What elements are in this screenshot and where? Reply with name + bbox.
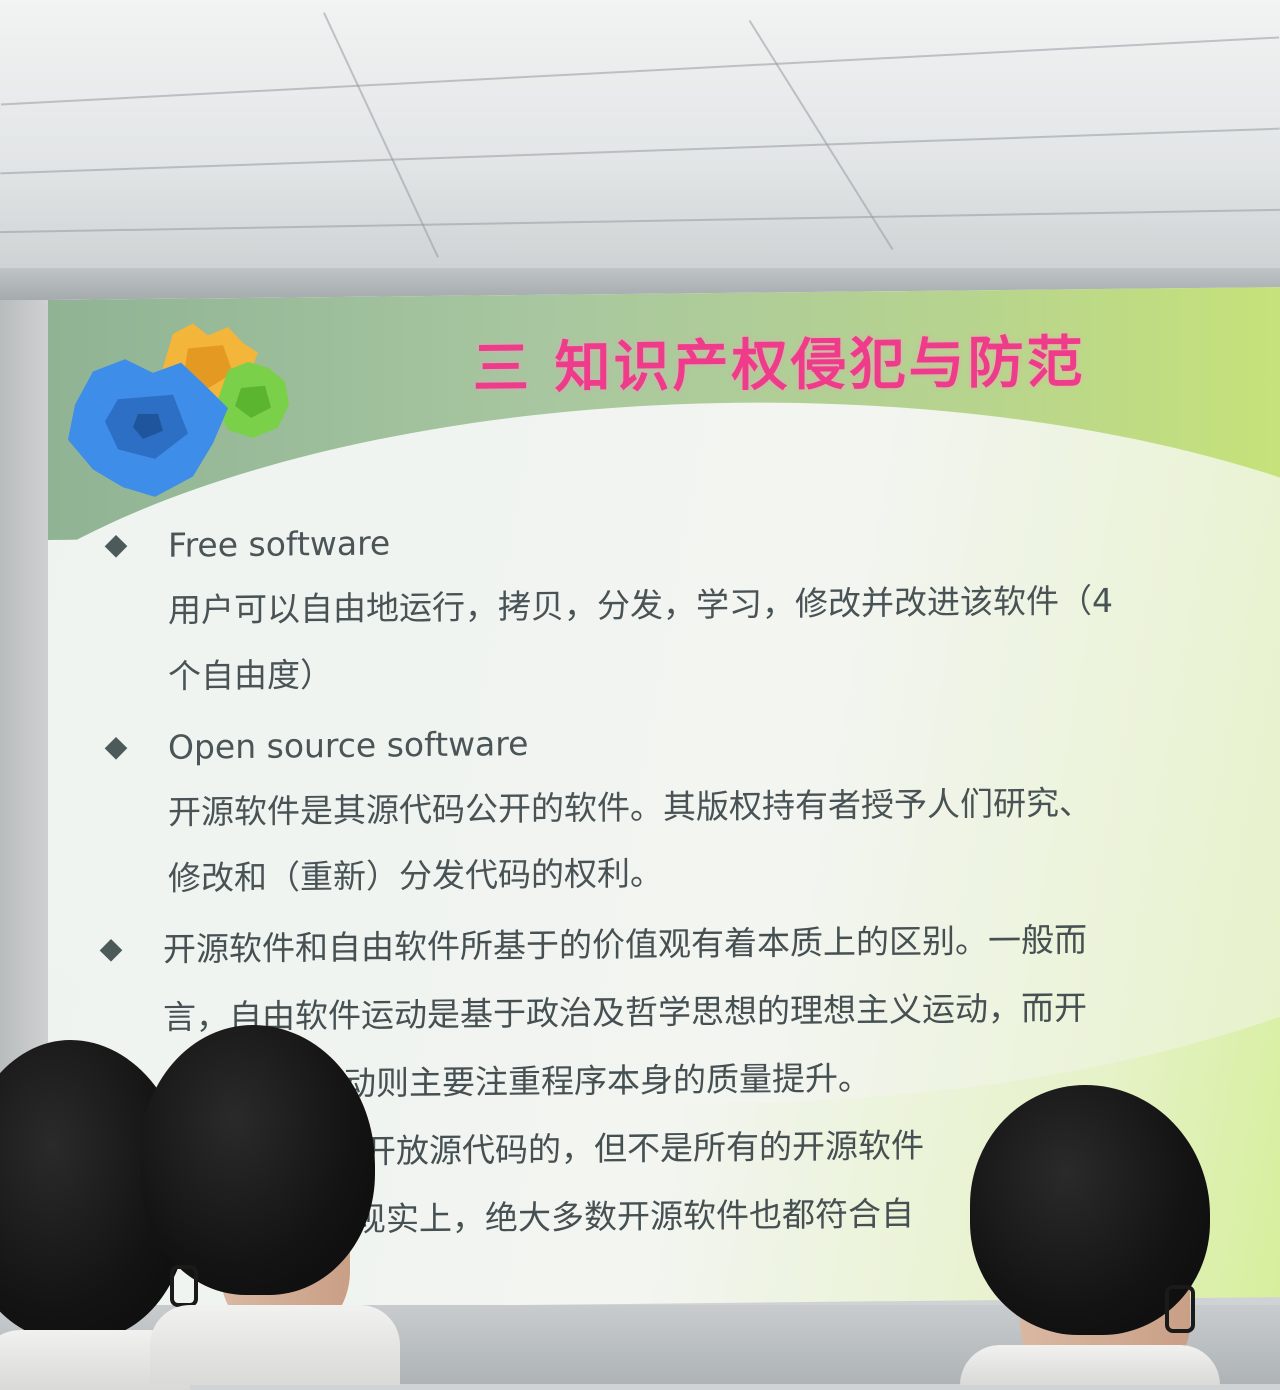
- shirt: [960, 1345, 1220, 1385]
- bullet-heading: Free software: [168, 523, 391, 565]
- audience-head-center-left: [140, 1025, 400, 1385]
- lecture-photo: 三 知识产权侵犯与防范 Free software 用户可以自由地运行，拷贝，分…: [0, 0, 1280, 1390]
- diamond-bullet-icon: [104, 534, 128, 558]
- text-line: 开源软件是其源代码公开的软件。其版权持有者授予人们研究、: [168, 783, 1092, 832]
- ceiling: [0, 0, 1280, 300]
- ceiling-tile-line: [0, 36, 1280, 106]
- text-line: 修改和（重新）分发代码的权利。: [168, 853, 663, 898]
- hair: [140, 1025, 375, 1295]
- bullet-open-source-software: Open source software 开源软件是其源代码公开的软件。其版权持…: [103, 705, 1233, 913]
- glasses: [170, 1265, 198, 1307]
- bullet-description: 用户可以自由地运行，拷贝，分发，学习，修改并改进该软件（4 个自由度）: [168, 567, 1228, 710]
- ceiling-tile-line: [0, 127, 1280, 175]
- text-line: 开源软件和自由软件所基于的价值观有着本质上的区别。一般而: [163, 920, 1087, 969]
- shirt: [150, 1305, 400, 1385]
- slide-title: 三 知识产权侵犯与防范: [473, 330, 1086, 402]
- diamond-bullet-icon: [99, 939, 123, 962]
- bullet-free-software: Free software 用户可以自由地运行，拷贝，分发，学习，修改并改进该软…: [103, 503, 1233, 711]
- audience-head-right: [960, 1085, 1220, 1385]
- bullet-heading: Open source software: [168, 723, 529, 767]
- diamond-bullet-icon: [104, 736, 128, 760]
- ceiling-tile-line: [0, 208, 1280, 234]
- bullet-description: 开源软件是其源代码公开的软件。其版权持有者授予人们研究、 修改和（重新）分发代码…: [168, 769, 1228, 912]
- text-line: 个自由度）: [168, 655, 333, 696]
- text-line: 用户可以自由地运行，拷贝，分发，学习，修改并改进该软件（4: [168, 580, 1113, 630]
- ceiling-tile-line: [748, 19, 894, 251]
- ceiling-tile-line: [323, 12, 439, 258]
- blue-gear-icon: [63, 358, 233, 504]
- glasses: [1165, 1285, 1195, 1333]
